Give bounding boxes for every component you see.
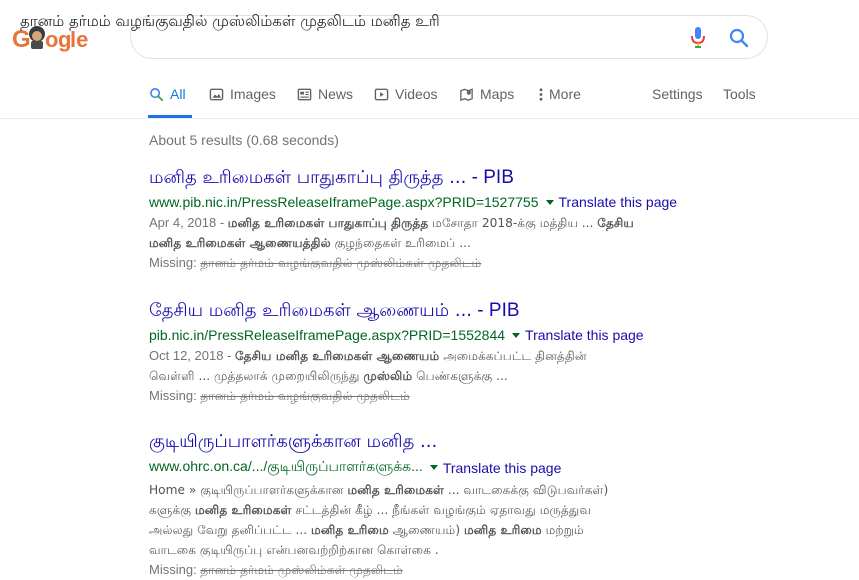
snippet-text: மசோதா 2018-க்கு மத்திய ... — [428, 216, 598, 230]
snippet-text: ஆணையம்) — [388, 523, 464, 537]
tab-more[interactable]: More — [538, 86, 581, 102]
result-missing-terms: Missing: தானம் தர்மம் வழங்குவதில் முஸ்லி… — [149, 253, 709, 273]
microphone-icon[interactable] — [690, 26, 706, 50]
tab-images-label: Images — [230, 86, 276, 102]
result-title: குடியிருப்பாளர்களுக்கான மனித ... — [149, 431, 438, 452]
url-dropdown-arrow-icon[interactable] — [545, 199, 554, 205]
missing-terms: தானம் தர்மம் வழங்குவதில் முதலிடம் — [200, 389, 410, 403]
result-date: Oct 12, 2018 - — [149, 348, 235, 363]
more-vertical-icon — [539, 87, 543, 101]
snippet-text: Home » குடியிருப்பாளர்களுக்கான — [149, 483, 348, 497]
search-icon[interactable] — [729, 28, 749, 48]
result-title-site: - PIB — [466, 167, 514, 188]
map-pin-icon — [460, 87, 473, 101]
result-snippet: Apr 4, 2018 - மனித உரிமைகள் பாதுகாப்பு த… — [149, 213, 709, 253]
result-url-line: pib.nic.in/PressReleaseIframePage.aspx?P… — [149, 327, 709, 343]
result-url[interactable]: pib.nic.in/PressReleaseIframePage.aspx?P… — [149, 327, 505, 343]
news-icon — [297, 88, 312, 100]
result-title-site: - PIB — [472, 300, 520, 321]
tab-maps[interactable]: Maps — [459, 86, 514, 102]
snippet-highlight: மனித உரிமைகள் ஆணையத்தில் — [149, 236, 331, 250]
result-date: Apr 4, 2018 - — [149, 215, 228, 230]
search-input[interactable] — [20, 11, 540, 33]
settings-link[interactable]: Settings — [652, 86, 703, 102]
snippet-text: அமைக்கப்பட்ட தினத்தின் — [439, 349, 587, 363]
snippet-highlight: மனித உரிமை — [311, 523, 389, 537]
result-missing-terms: Missing: தானம் தர்மம் வழங்குவதில் முதலிட… — [149, 386, 709, 406]
translate-link[interactable]: Translate this page — [559, 194, 678, 210]
tab-maps-label: Maps — [480, 86, 515, 102]
snippet-text: களுக்கு — [149, 503, 195, 517]
snippet-highlight: மனித உரிமைகள் — [194, 503, 292, 517]
result-missing-terms: Missing: தானம் தர்மம் முஸ்லிம்கள் முதலிட… — [149, 560, 709, 580]
tab-all[interactable]: All — [149, 86, 186, 102]
snippet-text: வாடகை குடியிருப்பு என்பனவற்றிற்கான கொள்க… — [149, 543, 439, 557]
result-url[interactable]: www.pib.nic.in/PressReleaseIframePage.as… — [149, 194, 539, 210]
snippet-text: ... வாடகைக்கு விடுபவர்கள்) — [444, 483, 609, 497]
search-tabs: All Images News Videos Maps More Setting… — [0, 72, 859, 119]
snippet-highlight: முஸ்லிம் — [363, 369, 413, 383]
search-result: தேசிய மனித உரிமைகள் ஆணையம் ... - PIB pib… — [149, 300, 709, 406]
tab-all-label: All — [170, 86, 186, 102]
tab-news-label: News — [318, 86, 354, 102]
snippet-highlight: மனித உரிமைகள் பாதுகாப்பு திருத்த — [227, 216, 429, 230]
video-icon — [374, 88, 389, 100]
result-title-link[interactable]: மனித உரிமைகள் பாதுகாப்பு திருத்த ... - P… — [149, 167, 709, 190]
missing-label: Missing: — [149, 388, 201, 403]
tab-more-label: More — [549, 86, 581, 102]
search-result: குடியிருப்பாளர்களுக்கான மனித ... www.ohr… — [149, 431, 709, 580]
result-snippet: Home » குடியிருப்பாளர்களுக்கான மனித உரிம… — [149, 480, 709, 560]
translate-link[interactable]: Translate this page — [525, 327, 644, 343]
translate-link[interactable]: Translate this page — [443, 460, 562, 476]
snippet-highlight: மனித உரிமை — [464, 523, 542, 537]
active-tab-indicator — [148, 115, 192, 118]
snippet-text: சட்டத்தின் கீழ் ... நீங்கள் வழங்கும் ஏதா… — [291, 503, 592, 517]
snippet-highlight: தேசிய — [597, 216, 634, 230]
result-title-link[interactable]: குடியிருப்பாளர்களுக்கான மனித ... — [149, 431, 709, 454]
snippet-highlight: தேசிய மனித உரிமைகள் ஆணையம் — [235, 349, 440, 363]
result-title: மனித உரிமைகள் பாதுகாப்பு திருத்த ... — [149, 167, 467, 188]
tools-link[interactable]: Tools — [723, 86, 756, 102]
snippet-text: பெண்களுக்கு ... — [412, 369, 508, 383]
result-snippet: Oct 12, 2018 - தேசிய மனித உரிமைகள் ஆணையம… — [149, 346, 709, 386]
missing-label: Missing: — [149, 255, 201, 270]
search-icon — [150, 87, 164, 101]
tab-images[interactable]: Images — [209, 86, 276, 102]
url-dropdown-arrow-icon[interactable] — [429, 465, 438, 470]
tab-news[interactable]: News — [297, 86, 353, 102]
search-result: மனித உரிமைகள் பாதுகாப்பு திருத்த ... - P… — [149, 167, 709, 273]
snippet-text: வெள்ளி ... முத்தலாக் முறையிலிருந்து — [149, 369, 364, 383]
tab-videos-label: Videos — [395, 86, 438, 102]
url-dropdown-arrow-icon[interactable] — [512, 332, 521, 338]
result-stats: About 5 results (0.68 seconds) — [149, 132, 339, 148]
snippet-text: குழந்தைகள் உரிமைப் ... — [330, 236, 471, 250]
result-title-link[interactable]: தேசிய மனித உரிமைகள் ஆணையம் ... - PIB — [149, 300, 709, 323]
result-title: தேசிய மனித உரிமைகள் ஆணையம் ... — [149, 300, 473, 321]
tab-videos[interactable]: Videos — [374, 86, 438, 102]
result-url[interactable]: www.ohrc.on.ca/.../குடியிருப்பாளர்களுக்க… — [149, 458, 423, 477]
image-icon — [209, 88, 224, 100]
result-url-line: www.pib.nic.in/PressReleaseIframePage.as… — [149, 194, 709, 210]
snippet-text: மற்றும் — [541, 523, 584, 537]
snippet-text: அல்லது வேறு தனிப்பட்ட ... — [149, 523, 312, 537]
missing-terms: தானம் தர்மம் வழங்குவதில் முஸ்லிம்கள் முத… — [200, 256, 482, 270]
snippet-highlight: மனித உரிமைகள் — [347, 483, 445, 497]
result-url-line: www.ohrc.on.ca/.../குடியிருப்பாளர்களுக்க… — [149, 458, 709, 477]
